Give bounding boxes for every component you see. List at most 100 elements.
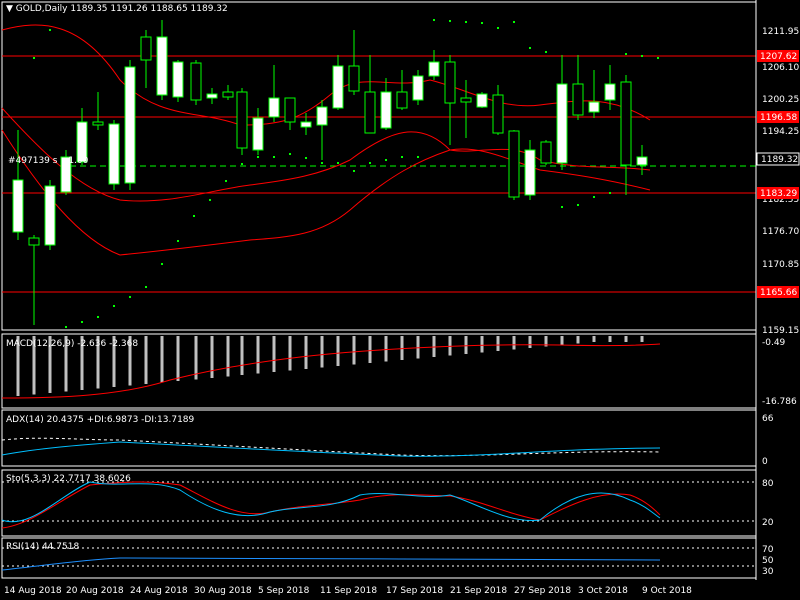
dropdown-arrow-icon[interactable]: ▼ <box>6 4 13 14</box>
sar-dot <box>465 21 467 23</box>
sar-dot <box>481 22 483 24</box>
sar-dot <box>273 156 275 158</box>
candle-body <box>140 36 152 61</box>
macd-bar <box>496 336 500 351</box>
sar-dot <box>289 153 291 155</box>
sar-dot <box>433 19 435 21</box>
rsi-label: RSI(14) 44.7518 <box>6 542 79 552</box>
sar-dot <box>657 57 659 59</box>
candle-body <box>540 141 552 164</box>
macd-axis-top: -0.49 <box>762 338 786 348</box>
macd-bar <box>240 336 244 375</box>
macd-bar <box>320 336 324 368</box>
macd-bar <box>640 336 644 342</box>
price-label-8: 1159.15 <box>762 326 799 336</box>
ohlc-label: 1189.35 1191.26 1188.65 1189.32 <box>70 4 228 14</box>
sar-dot <box>417 156 419 158</box>
candle-body <box>12 179 24 233</box>
candle-body <box>476 93 488 108</box>
candles[interactable] <box>12 20 648 325</box>
macd-bar <box>160 336 164 383</box>
rsi-axis-mid: 50 <box>762 556 774 566</box>
trade-label[interactable]: #497139 s 1.00 <box>8 156 88 166</box>
candle-body <box>44 185 56 246</box>
macd-bar <box>464 336 468 354</box>
sar-dot <box>49 29 51 31</box>
sar-dot <box>193 215 195 217</box>
level-tag-3-text: 1183.29 <box>760 189 797 199</box>
candle-body <box>284 97 296 123</box>
candle-body <box>172 61 184 98</box>
stoch-axis-top: 80 <box>762 479 774 489</box>
candle-body <box>396 91 408 109</box>
candle-body <box>124 66 136 184</box>
candle-body <box>604 83 616 101</box>
sar-dot <box>129 296 131 298</box>
candle-body <box>460 97 472 103</box>
macd-signal-line <box>1 343 661 399</box>
macd-axis-bottom: -16.786 <box>762 397 797 407</box>
sar-dot <box>225 180 227 182</box>
macd-bar <box>226 336 230 377</box>
adx-axis-top: 66 <box>762 414 774 424</box>
macd-bar <box>256 336 260 374</box>
candle-body <box>364 91 376 134</box>
sar-dot <box>449 20 451 22</box>
price-label-1: 1211.95 <box>762 27 799 37</box>
sar-dot <box>161 263 163 265</box>
sar-dot <box>561 206 563 208</box>
macd-bar <box>336 336 340 366</box>
chart-canvas[interactable]: 1211.95 1206.10 1200.25 1194.25 1182.55 … <box>0 0 800 600</box>
sar-dot <box>593 196 595 198</box>
candle-body <box>108 123 120 185</box>
candle-body <box>556 83 568 164</box>
candle-body <box>92 121 104 126</box>
sar-dot <box>369 162 371 164</box>
candle-body <box>156 36 168 96</box>
sar-dot <box>81 321 83 323</box>
time-label-1: 20 Aug 2018 <box>66 586 124 596</box>
time-label-2: 24 Aug 2018 <box>130 586 188 596</box>
time-label-9: 3 Oct 2018 <box>578 586 628 596</box>
adx-axis-bottom: 0 <box>762 457 768 467</box>
macd-bar <box>528 336 532 348</box>
stoch-axis-bottom: 20 <box>762 518 774 528</box>
candle-body <box>316 106 328 126</box>
adx-main-line <box>1 441 661 457</box>
sar-dot <box>65 326 67 328</box>
macd-bar <box>480 336 484 353</box>
candle-body <box>28 237 40 246</box>
macd-bar <box>352 336 356 365</box>
macd-bar <box>576 336 580 344</box>
candle-body <box>236 91 248 149</box>
sar-dot <box>33 57 35 59</box>
macd-label: MACD(12,26,9) -2.636 -2.368 <box>6 339 138 349</box>
candle-body <box>428 61 440 77</box>
macd-bar <box>210 336 214 378</box>
rsi-axis-top: 70 <box>762 545 774 555</box>
sar-dot <box>177 240 179 242</box>
price-label-2: 1206.10 <box>762 63 799 73</box>
trade-ticket: #497139 s <box>8 156 58 166</box>
candle-body <box>252 117 264 151</box>
sar-dot <box>337 162 339 164</box>
candle-body <box>636 156 648 166</box>
level-tag-2-text: 1196.58 <box>760 113 797 123</box>
sar-dot <box>641 55 643 57</box>
sar-dot <box>625 53 627 55</box>
sar-dot <box>321 162 323 164</box>
sar-dot <box>513 21 515 23</box>
candle-body <box>572 83 584 116</box>
macd-bar <box>368 336 372 363</box>
macd-bar <box>384 336 388 362</box>
adx-label: ADX(14) 20.4375 +DI:6.9873 -DI:13.7189 <box>6 415 195 425</box>
time-label-6: 17 Sep 2018 <box>386 586 443 596</box>
macd-bar <box>144 336 148 384</box>
macd-bar <box>624 336 628 342</box>
macd-bar <box>272 336 276 372</box>
time-label-10: 9 Oct 2018 <box>642 586 692 596</box>
candle-body <box>444 61 456 104</box>
price-label-7: 1170.85 <box>762 260 799 270</box>
candle-body <box>222 91 234 98</box>
stoch-label: Sto(5,3,3) 22.7717 38.6026 <box>6 474 131 484</box>
